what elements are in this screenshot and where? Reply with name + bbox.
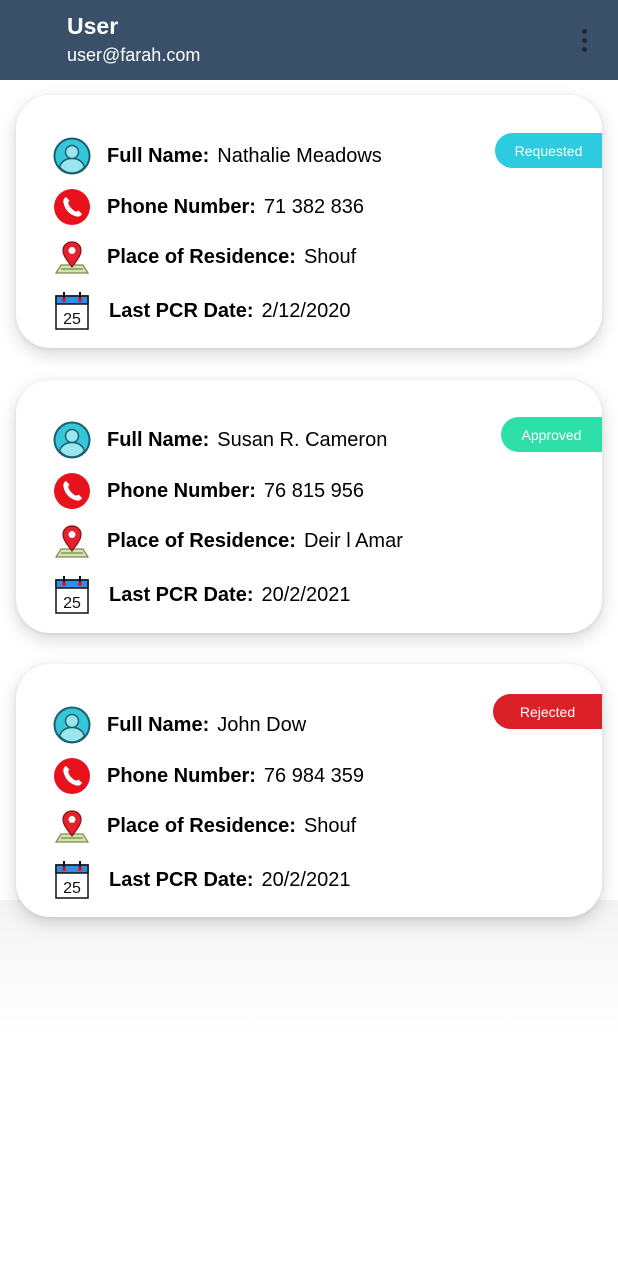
- full-name-row: Full Name: John Dow: [52, 705, 306, 745]
- phone-icon: [52, 471, 92, 511]
- pcr-date-value: 20/2/2021: [261, 868, 351, 891]
- phone-label: Phone Number:: [107, 479, 256, 502]
- user-email: user@farah.com: [67, 45, 201, 65]
- full-name-value: Nathalie Meadows: [217, 144, 382, 167]
- phone-label: Phone Number:: [107, 195, 256, 218]
- full-name-label: Full Name:: [107, 428, 210, 451]
- phone-value: 71 382 836: [263, 195, 365, 218]
- person-icon: [52, 420, 92, 460]
- svg-text:25: 25: [63, 595, 81, 612]
- residence-value: Shouf: [303, 814, 357, 837]
- background-shade: [0, 900, 618, 1040]
- phone-row: Phone Number: 71 382 836: [52, 187, 364, 227]
- svg-text:25: 25: [63, 880, 81, 897]
- full-name-row: Full Name: Susan R. Cameron: [52, 420, 387, 460]
- person-icon: [52, 705, 92, 745]
- map-pin-icon: [52, 806, 92, 846]
- calendar-icon: 25: [52, 291, 92, 331]
- map-pin-icon: [52, 237, 92, 277]
- phone-row: Phone Number: 76 815 956: [52, 471, 364, 511]
- phone-row: Phone Number: 76 984 359: [52, 756, 364, 796]
- pcr-date-row: 25 Last PCR Date: 20/2/2021: [52, 860, 350, 900]
- record-card-1[interactable]: Requested Full Name: Nathalie Meadows Ph…: [16, 95, 602, 348]
- person-icon: [52, 136, 92, 176]
- svg-text:25: 25: [63, 311, 81, 328]
- calendar-icon: 25: [52, 860, 92, 900]
- phone-icon: [52, 756, 92, 796]
- status-badge-approved: Approved: [501, 417, 602, 452]
- app-bar: User user@farah.com: [0, 0, 618, 80]
- full-name-label: Full Name:: [107, 713, 210, 736]
- phone-value: 76 815 956: [263, 479, 365, 502]
- pcr-date-label: Last PCR Date:: [109, 583, 254, 606]
- residence-label: Place of Residence:: [107, 814, 296, 837]
- user-name: User: [67, 13, 119, 39]
- pcr-date-label: Last PCR Date:: [109, 868, 254, 891]
- calendar-icon: 25: [52, 575, 92, 615]
- pcr-date-value: 2/12/2020: [261, 299, 351, 322]
- more-vertical-icon[interactable]: [572, 20, 596, 60]
- full-name-value: John Dow: [217, 713, 307, 736]
- phone-label: Phone Number:: [107, 764, 256, 787]
- pcr-date-row: 25 Last PCR Date: 2/12/2020: [52, 291, 350, 331]
- residence-value: Deir l Amar: [303, 529, 403, 552]
- residence-row: Place of Residence: Shouf: [52, 806, 356, 846]
- record-card-2[interactable]: Approved Full Name: Susan R. Cameron Pho…: [16, 380, 602, 633]
- full-name-value: Susan R. Cameron: [217, 428, 388, 451]
- map-pin-icon: [52, 521, 92, 561]
- phone-value: 76 984 359: [263, 764, 365, 787]
- pcr-date-row: 25 Last PCR Date: 20/2/2021: [52, 575, 350, 615]
- pcr-date-label: Last PCR Date:: [109, 299, 254, 322]
- residence-value: Shouf: [303, 245, 357, 268]
- residence-row: Place of Residence: Deir l Amar: [52, 521, 403, 561]
- full-name-row: Full Name: Nathalie Meadows: [52, 136, 382, 176]
- record-card-3[interactable]: Rejected Full Name: John Dow Phone Numbe…: [16, 664, 602, 917]
- pcr-date-value: 20/2/2021: [261, 583, 351, 606]
- residence-label: Place of Residence:: [107, 529, 296, 552]
- status-badge-rejected: Rejected: [493, 694, 602, 729]
- phone-icon: [52, 187, 92, 227]
- status-badge-requested: Requested: [495, 133, 602, 168]
- residence-label: Place of Residence:: [107, 245, 296, 268]
- residence-row: Place of Residence: Shouf: [52, 237, 356, 277]
- full-name-label: Full Name:: [107, 144, 210, 167]
